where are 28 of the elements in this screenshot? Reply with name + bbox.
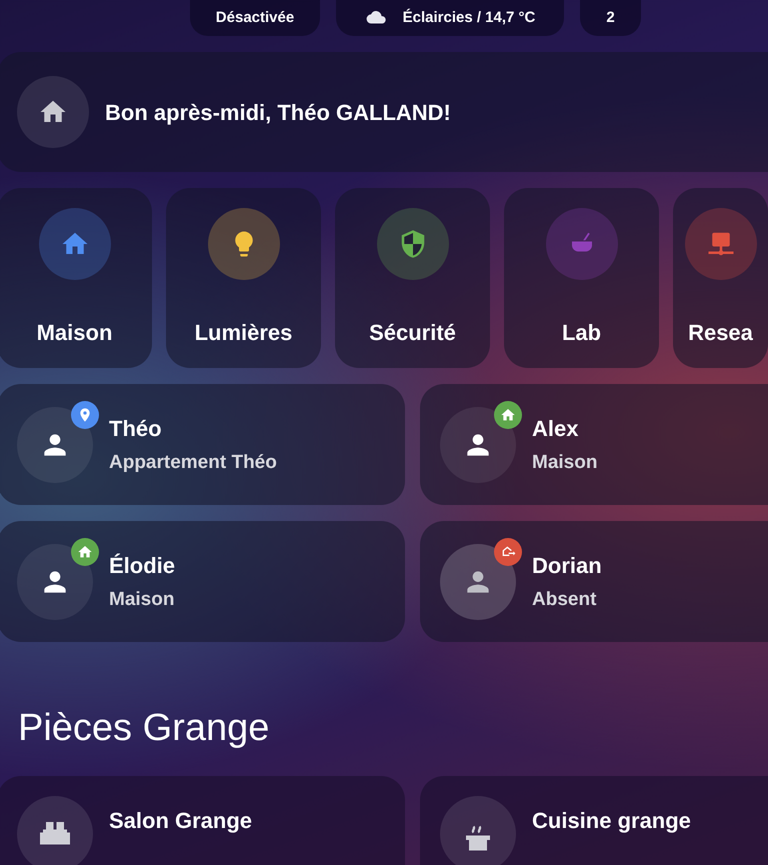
person-card[interactable]: Alex Maison [420, 384, 768, 505]
room-name: Cuisine grange [532, 807, 691, 835]
person-name: Dorian [532, 552, 602, 580]
room-name: Salon Grange [109, 807, 252, 835]
greeting-text: Bon après-midi, Théo GALLAND! [105, 98, 451, 127]
status-chip[interactable]: 2 [580, 0, 641, 36]
room-card[interactable]: Cuisine grange [420, 776, 768, 865]
person-location: Appartement Théo [109, 450, 277, 475]
person-card[interactable]: Dorian Absent [420, 521, 768, 642]
house-icon [500, 406, 516, 422]
category-tile[interactable]: Lab [504, 188, 659, 368]
category-tile[interactable]: Sécurité [335, 188, 490, 368]
person-location: Absent [532, 588, 598, 612]
person-location: Maison [532, 450, 598, 475]
person-name: Théo [109, 414, 163, 443]
person-card[interactable]: Élodie Maison [0, 521, 405, 642]
category-tile[interactable]: Maison [0, 188, 152, 368]
person-name: Élodie [109, 552, 176, 580]
status-chip[interactable]: Désactivée [190, 0, 320, 36]
house-icon [77, 544, 93, 560]
category-tile[interactable]: Resea [673, 188, 768, 368]
room-card[interactable]: Salon Grange [0, 776, 405, 865]
person-location: Maison [109, 588, 176, 612]
section-title: Pièces Grange [18, 706, 270, 751]
person-name: Alex [532, 414, 580, 443]
status-chip[interactable]: Éclaircies / 14,7 °C [336, 0, 564, 36]
category-tile[interactable]: Lumières [166, 188, 321, 368]
person-card[interactable]: Théo Appartement Théo [0, 384, 405, 505]
